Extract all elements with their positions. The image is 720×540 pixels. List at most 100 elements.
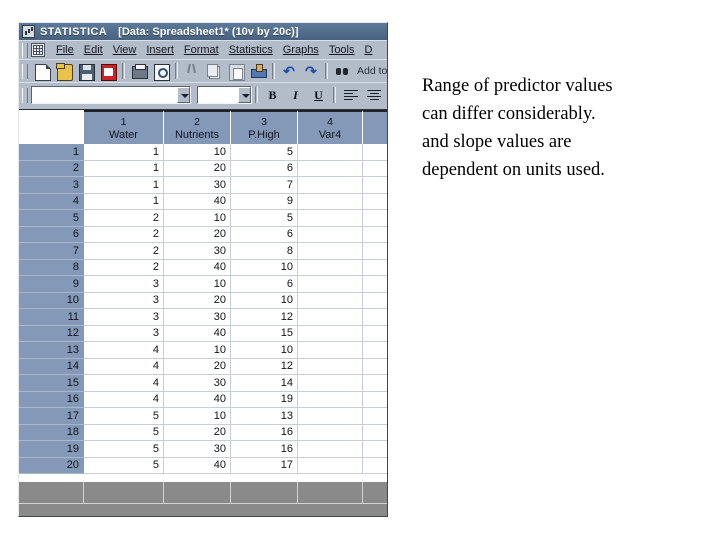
grid-cell[interactable]: 5 — [231, 210, 298, 227]
grid-cell[interactable] — [298, 276, 363, 293]
grid-cell[interactable] — [363, 259, 387, 276]
grid-cell[interactable]: 40 — [164, 325, 231, 342]
table-row[interactable]: 3 1 30 7 — [19, 177, 387, 194]
table-row[interactable]: 6 2 20 6 — [19, 226, 387, 243]
row-header[interactable]: 20 — [19, 457, 84, 474]
grid-cell[interactable]: 9 — [231, 193, 298, 210]
column-header-partial[interactable] — [363, 110, 387, 144]
row-header[interactable]: 13 — [19, 342, 84, 359]
menu-item-view[interactable]: View — [108, 43, 142, 57]
grid-cell[interactable]: 2 — [84, 243, 164, 260]
grid-cell[interactable]: 30 — [164, 309, 231, 326]
grid-cell[interactable]: 8 — [231, 243, 298, 260]
grid-cell[interactable] — [298, 193, 363, 210]
export-pdf-icon[interactable] — [98, 62, 118, 81]
column-header-nutrients[interactable]: 2 Nutrients — [164, 110, 231, 144]
grid-cell[interactable]: 20 — [164, 160, 231, 177]
row-header[interactable]: 9 — [19, 276, 84, 293]
grid-cell[interactable] — [363, 424, 387, 441]
grid-cell[interactable] — [363, 309, 387, 326]
grid-cell[interactable]: 1 — [84, 177, 164, 194]
grid-cell[interactable] — [363, 391, 387, 408]
grid-cell[interactable]: 15 — [231, 325, 298, 342]
grid-cell[interactable]: 13 — [231, 408, 298, 425]
row-header[interactable]: 18 — [19, 424, 84, 441]
grid-cell[interactable]: 10 — [164, 408, 231, 425]
table-row[interactable]: 11 3 30 12 — [19, 309, 387, 326]
chevron-down-icon[interactable] — [238, 87, 251, 103]
grid-cell[interactable]: 5 — [84, 441, 164, 458]
copy-icon[interactable] — [204, 62, 224, 81]
grid-cell[interactable] — [298, 226, 363, 243]
table-row[interactable]: 7 2 30 8 — [19, 243, 387, 260]
grid-cell[interactable]: 40 — [164, 457, 231, 474]
grid-cell[interactable]: 2 — [84, 226, 164, 243]
table-row[interactable]: 2 1 20 6 — [19, 160, 387, 177]
table-row[interactable]: 14 4 20 12 — [19, 358, 387, 375]
menu-item-tools[interactable]: Tools — [324, 43, 360, 57]
grid-cell[interactable]: 3 — [84, 325, 164, 342]
bold-button[interactable]: B — [262, 86, 283, 105]
table-row[interactable]: 20 5 40 17 — [19, 457, 387, 474]
grid-cell[interactable]: 14 — [231, 375, 298, 392]
grid-cell[interactable]: 2 — [84, 259, 164, 276]
row-header[interactable]: 4 — [19, 193, 84, 210]
standard-toolbar-drag-grip[interactable] — [22, 63, 28, 79]
grid-cell[interactable]: 5 — [84, 457, 164, 474]
grid-cell[interactable]: 20 — [164, 292, 231, 309]
new-document-icon[interactable] — [32, 62, 52, 81]
grid-cell[interactable] — [298, 391, 363, 408]
print-preview-icon[interactable] — [151, 62, 171, 81]
grid-cell[interactable]: 2 — [84, 210, 164, 227]
grid-cell[interactable] — [298, 325, 363, 342]
grid-cell[interactable] — [298, 441, 363, 458]
row-header[interactable]: 10 — [19, 292, 84, 309]
grid-cell[interactable]: 3 — [84, 309, 164, 326]
column-header-p-high[interactable]: 3 P.High — [231, 110, 298, 144]
underline-button[interactable]: U — [308, 86, 329, 105]
grid-cell[interactable]: 12 — [231, 309, 298, 326]
menu-item-insert[interactable]: Insert — [141, 43, 179, 57]
row-header[interactable]: 11 — [19, 309, 84, 326]
grid-cell[interactable] — [298, 210, 363, 227]
paste-icon[interactable] — [226, 62, 246, 81]
grid-corner-cell[interactable] — [19, 110, 84, 144]
row-header[interactable]: 17 — [19, 408, 84, 425]
grid-cell[interactable] — [363, 210, 387, 227]
row-header[interactable]: 12 — [19, 325, 84, 342]
grid-cell[interactable] — [363, 358, 387, 375]
align-center-icon[interactable] — [363, 86, 384, 105]
row-header[interactable]: 1 — [19, 144, 84, 161]
menu-item-edit[interactable]: Edit — [79, 43, 108, 57]
cut-scissors-icon[interactable] — [182, 62, 202, 81]
table-row[interactable]: 9 3 10 6 — [19, 276, 387, 293]
menu-item-statistics[interactable]: Statistics — [224, 43, 278, 57]
grid-cell[interactable] — [363, 177, 387, 194]
grid-cell[interactable]: 12 — [231, 358, 298, 375]
table-row[interactable]: 13 4 10 10 — [19, 342, 387, 359]
font-family-select[interactable] — [31, 86, 191, 104]
table-row[interactable]: 8 2 40 10 — [19, 259, 387, 276]
grid-cell[interactable]: 10 — [231, 292, 298, 309]
formatting-toolbar-drag-grip[interactable] — [22, 87, 28, 103]
row-header[interactable]: 7 — [19, 243, 84, 260]
row-header[interactable]: 16 — [19, 391, 84, 408]
grid-cell[interactable]: 4 — [84, 358, 164, 375]
grid-cell[interactable]: 4 — [84, 375, 164, 392]
open-folder-icon[interactable] — [54, 62, 74, 81]
menu-item-file[interactable]: File — [51, 43, 79, 57]
table-row[interactable]: 16 4 40 19 — [19, 391, 387, 408]
row-header[interactable]: 6 — [19, 226, 84, 243]
grid-cell[interactable] — [363, 441, 387, 458]
row-header[interactable]: 15 — [19, 375, 84, 392]
find-binoculars-icon[interactable] — [332, 62, 352, 81]
grid-cell[interactable]: 7 — [231, 177, 298, 194]
grid-cell[interactable] — [298, 292, 363, 309]
grid-cell[interactable] — [298, 144, 363, 161]
grid-cell[interactable] — [363, 408, 387, 425]
grid-cell[interactable] — [298, 243, 363, 260]
column-header-water[interactable]: 1 Water — [84, 110, 164, 144]
grid-cell[interactable]: 3 — [84, 292, 164, 309]
row-header[interactable]: 3 — [19, 177, 84, 194]
grid-cell[interactable]: 10 — [164, 210, 231, 227]
